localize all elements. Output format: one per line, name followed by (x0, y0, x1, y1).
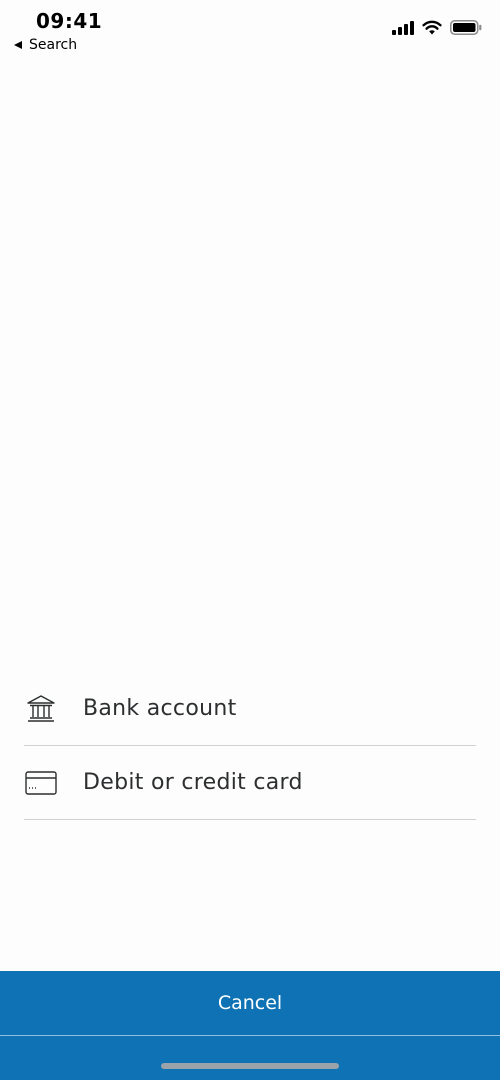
payment-method-options: Bank account Debit or credit card (24, 672, 476, 820)
credit-card-icon (24, 766, 58, 800)
home-indicator[interactable] (161, 1063, 339, 1069)
option-bank-account[interactable]: Bank account (24, 672, 476, 746)
option-bank-account-label: Bank account (83, 696, 237, 721)
status-time: 09:41 (36, 9, 103, 33)
cellular-signal-icon (392, 20, 414, 35)
cancel-bar: Cancel (0, 971, 500, 1080)
cancel-divider (0, 1035, 500, 1036)
status-icons (392, 20, 482, 35)
status-bar: 09:41 Search (0, 0, 500, 60)
option-debit-credit-card-label: Debit or credit card (83, 770, 303, 795)
bank-icon (24, 692, 58, 726)
back-label: Search (29, 37, 78, 53)
cancel-button[interactable]: Cancel (0, 971, 500, 1035)
battery-icon (450, 20, 482, 35)
wifi-icon (422, 20, 442, 35)
back-to-search-link[interactable]: Search (14, 37, 77, 53)
back-arrow-icon (14, 41, 22, 49)
option-debit-credit-card[interactable]: Debit or credit card (24, 746, 476, 820)
